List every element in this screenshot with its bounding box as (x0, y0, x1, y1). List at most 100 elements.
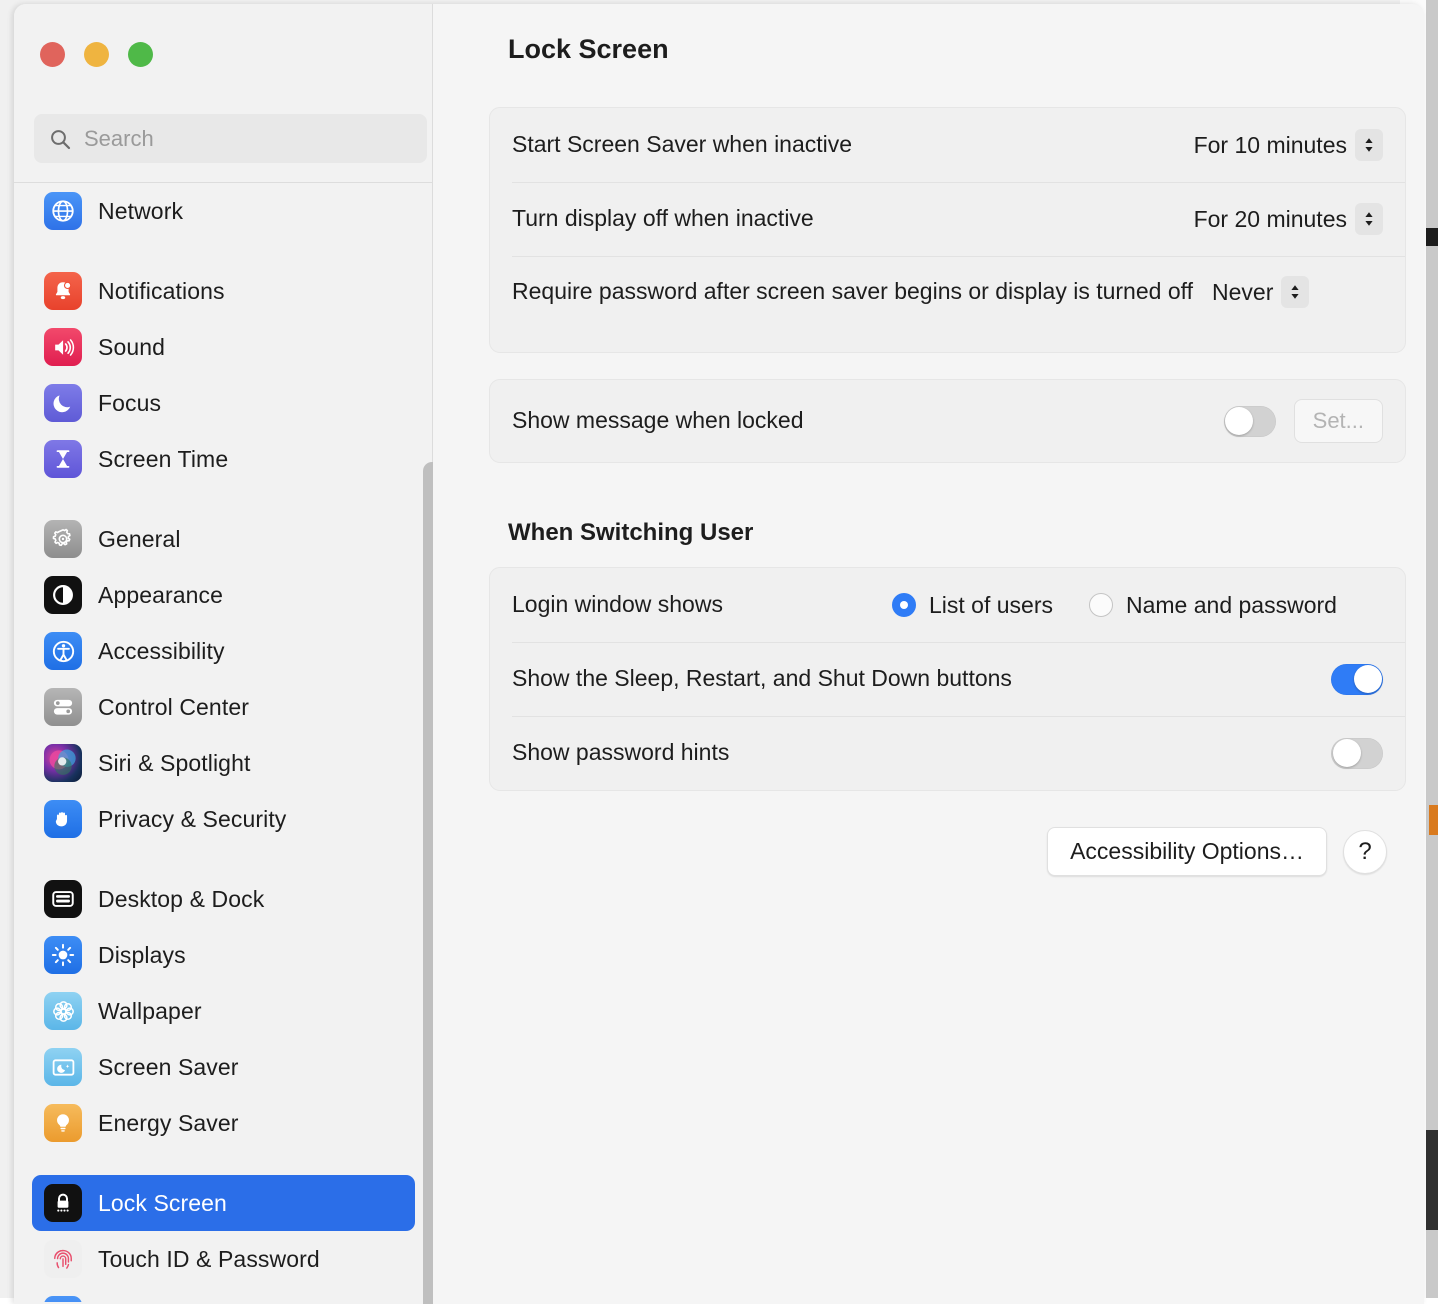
sidebar-item-touch-id-password[interactable]: Touch ID & Password (32, 1231, 415, 1287)
sidebar-item-focus[interactable]: Focus (32, 375, 415, 431)
sidebar-item-label: Wallpaper (98, 998, 202, 1025)
sidebar-item-screen-time[interactable]: Screen Time (32, 431, 415, 487)
flower-icon (44, 992, 82, 1030)
sidebar-item-desktop-dock[interactable]: Desktop & Dock (32, 871, 415, 927)
sidebar-item-privacy-security[interactable]: Privacy & Security (32, 791, 415, 847)
popup-value: For 20 minutes (1194, 206, 1347, 233)
radio-label: List of users (929, 592, 1053, 619)
sidebar-item-label: Appearance (98, 582, 223, 609)
sidebar: Network Notifications (14, 4, 433, 1304)
hourglass-icon (44, 440, 82, 478)
lightbulb-icon (44, 1104, 82, 1142)
sidebar-item-network[interactable]: Network (32, 183, 415, 239)
search-field[interactable] (34, 114, 427, 163)
sidebar-group-alerts: Notifications Sound (14, 263, 433, 487)
row-show-message-when-locked: Show message when locked Set... (490, 380, 1405, 462)
sidebar-item-label: Energy Saver (98, 1110, 239, 1137)
sidebar-gap (14, 1151, 433, 1175)
help-button[interactable]: ? (1343, 830, 1387, 874)
moon-icon (44, 384, 82, 422)
background-orange-element (1429, 805, 1438, 835)
row-control: Never (1212, 276, 1309, 308)
popup-value: For 10 minutes (1194, 132, 1347, 159)
accessibility-options-button[interactable]: Accessibility Options… (1047, 827, 1327, 876)
section-heading-when-switching-user: When Switching User (508, 519, 753, 547)
radio-option-name-and-password[interactable]: Name and password (1089, 592, 1337, 619)
gear-icon (44, 520, 82, 558)
sidebar-nav-list[interactable]: Network Notifications (14, 183, 433, 1302)
partial-icon (44, 1296, 82, 1302)
bell-icon (44, 272, 82, 310)
screen-saver-delay-popup[interactable]: For 10 minutes (1194, 129, 1383, 161)
lock-message-card: Show message when locked Set... (489, 379, 1406, 463)
show-message-toggle[interactable] (1224, 406, 1276, 437)
row-label: Show message when locked (512, 405, 1224, 436)
row-label: Turn display off when inactive (512, 203, 1194, 234)
sidebar-item-screen-saver[interactable]: Screen Saver (32, 1039, 415, 1095)
fingerprint-icon (44, 1240, 82, 1278)
show-sleep-restart-shutdown-toggle[interactable] (1331, 664, 1383, 695)
row-show-sleep-restart-shutdown: Show the Sleep, Restart, and Shut Down b… (490, 642, 1405, 716)
search-input[interactable] (84, 126, 413, 152)
footer-buttons: Accessibility Options… ? (1047, 827, 1387, 876)
main-content: Lock Screen Start Screen Saver when inac… (433, 4, 1424, 1304)
row-start-screen-saver: Start Screen Saver when inactive For 10 … (490, 108, 1405, 182)
accessibility-icon (44, 632, 82, 670)
display-off-delay-popup[interactable]: For 20 minutes (1194, 203, 1383, 235)
toggle-knob (1225, 407, 1253, 435)
sidebar-item-energy-saver[interactable]: Energy Saver (32, 1095, 415, 1151)
sidebar-group-system: General Appearance (14, 511, 433, 847)
toggle-knob (1333, 739, 1361, 767)
sidebar-item-displays[interactable]: Displays (32, 927, 415, 983)
sidebar-item-sound[interactable]: Sound (32, 319, 415, 375)
sidebar-item-appearance[interactable]: Appearance (32, 567, 415, 623)
row-show-password-hints: Show password hints (490, 716, 1405, 790)
sidebar-item-accessibility[interactable]: Accessibility (32, 623, 415, 679)
system-settings-window: Network Notifications (14, 4, 1424, 1304)
chevron-up-down-icon (1281, 276, 1309, 308)
background-dark-element-2 (1426, 1130, 1438, 1230)
sidebar-group-display: Desktop & Dock (14, 871, 433, 1151)
sidebar-item-label: Notifications (98, 278, 225, 305)
sidebar-item-lock-screen[interactable]: Lock Screen (32, 1175, 415, 1231)
sidebar-item-partial-below[interactable] (32, 1287, 415, 1302)
row-label: Login window shows (512, 589, 892, 620)
sidebar-gap (14, 847, 433, 871)
sidebar-item-label: Screen Time (98, 446, 228, 473)
radio-option-list-of-users[interactable]: List of users (892, 592, 1053, 619)
dock-icon (44, 880, 82, 918)
sidebar-item-siri-spotlight[interactable]: Siri & Spotlight (32, 735, 415, 791)
when-switching-user-card: Login window shows List of users Name an… (489, 567, 1406, 791)
sidebar-item-wallpaper[interactable]: Wallpaper (32, 983, 415, 1039)
sidebar-item-notifications[interactable]: Notifications (32, 263, 415, 319)
globe-icon (44, 192, 82, 230)
sidebar-item-general[interactable]: General (32, 511, 415, 567)
sliders-icon (44, 688, 82, 726)
close-button[interactable] (40, 42, 65, 67)
radio-label: Name and password (1126, 592, 1337, 619)
background-dark-element-1 (1426, 228, 1438, 246)
hand-icon (44, 800, 82, 838)
sidebar-item-label: Focus (98, 390, 161, 417)
require-password-popup[interactable]: Never (1212, 276, 1309, 308)
radio-button[interactable] (892, 593, 916, 617)
popup-value: Never (1212, 279, 1273, 306)
night-photo-icon (44, 1048, 82, 1086)
row-turn-display-off: Turn display off when inactive For 20 mi… (490, 182, 1405, 256)
minimize-button[interactable] (84, 42, 109, 67)
sidebar-item-control-center[interactable]: Control Center (32, 679, 415, 735)
row-control: Set... (1224, 399, 1383, 443)
toggle-knob (1354, 665, 1382, 693)
lock-icon (44, 1184, 82, 1222)
sidebar-item-label: Privacy & Security (98, 806, 286, 833)
radio-button[interactable] (1089, 593, 1113, 617)
maximize-button[interactable] (128, 42, 153, 67)
row-require-password: Require password after screen saver begi… (490, 256, 1405, 352)
set-message-button[interactable]: Set... (1294, 399, 1383, 443)
lock-screen-settings-card: Start Screen Saver when inactive For 10 … (489, 107, 1406, 353)
sidebar-item-label: Lock Screen (98, 1190, 227, 1217)
chevron-up-down-icon (1355, 203, 1383, 235)
row-label: Require password after screen saver begi… (512, 276, 1212, 307)
chevron-up-down-icon (1355, 129, 1383, 161)
show-password-hints-toggle[interactable] (1331, 738, 1383, 769)
